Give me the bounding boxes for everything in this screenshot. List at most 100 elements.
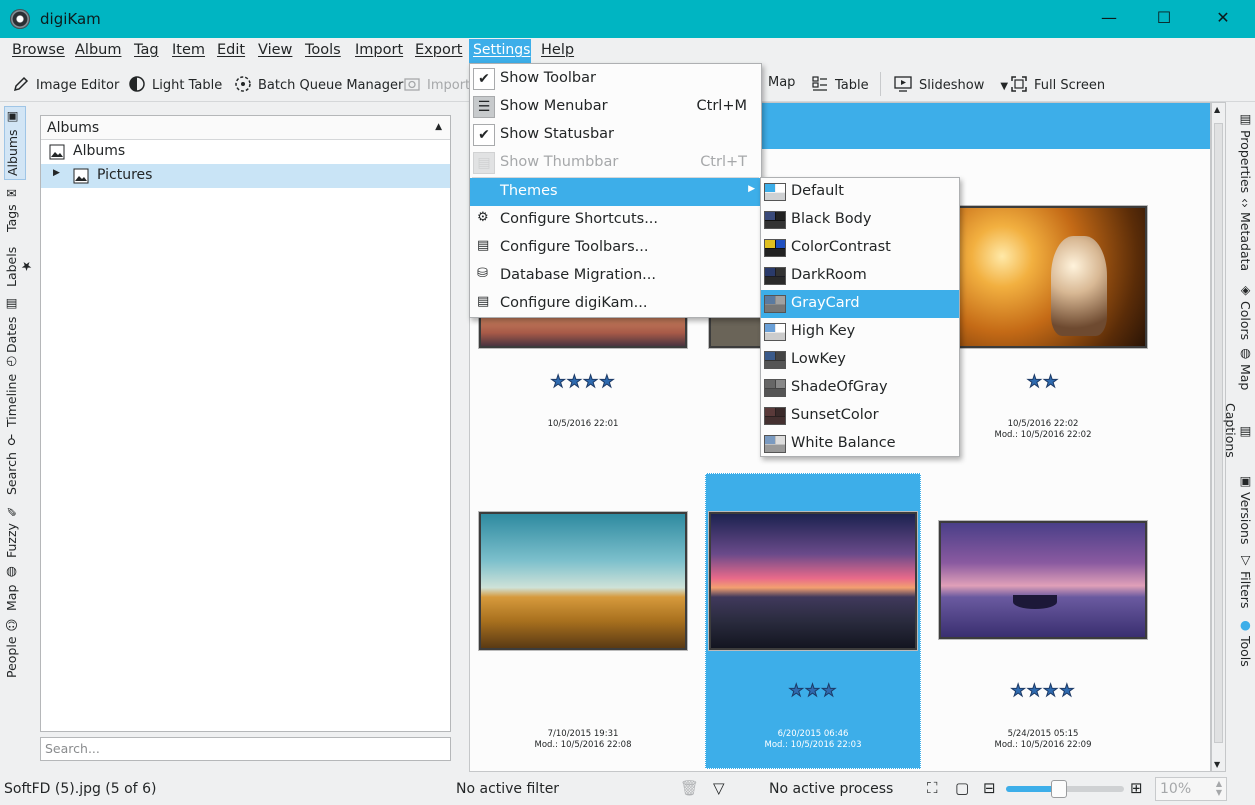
theme-preview-icon	[764, 407, 786, 425]
tree-item-label: Pictures	[97, 167, 153, 183]
theme-preview-icon	[764, 211, 786, 229]
menu-item-themes[interactable]: Themes ▶	[470, 178, 761, 206]
rating-stars[interactable]: ★★★★	[939, 681, 1147, 702]
toolbar-separator	[880, 72, 881, 96]
filter-funnel-icon[interactable]: ▽	[713, 779, 725, 797]
menu-item-database-migration[interactable]: ⛁ Database Migration...	[470, 262, 761, 290]
theme-item-high-key[interactable]: High Key	[761, 318, 959, 346]
zoom-out-icon[interactable]: ⊟	[983, 779, 996, 797]
spin-arrows-icon[interactable]: ▲ ▼	[1216, 779, 1222, 797]
zoom-slider-handle[interactable]	[1051, 780, 1068, 798]
theme-item-default[interactable]: Default	[761, 178, 959, 206]
themes-submenu: Default Black Body ColorContrast DarkRoo…	[760, 177, 960, 457]
tab-labels[interactable]: Labels ★	[4, 238, 34, 296]
menu-album[interactable]: Album	[75, 42, 121, 58]
menu-item-show-toolbar[interactable]: ✔ Show Toolbar	[470, 65, 761, 93]
theme-item-lowkey[interactable]: LowKey	[761, 346, 959, 374]
thumbnail-caption: 5/24/2015 05:15 Mod.: 10/5/2016 22:09	[994, 729, 1092, 750]
tab-versions[interactable]: ▣ Versions	[1231, 472, 1253, 546]
menu-item-configure-digikam[interactable]: ▤ Configure digiKam...	[470, 290, 761, 318]
menu-item-show-thumbbar[interactable]: ▤ Show Thumbbar Ctrl+T	[470, 149, 761, 177]
tab-colors[interactable]: ◈ Colors	[1231, 278, 1253, 344]
menu-export[interactable]: Export	[415, 42, 462, 58]
theme-item-sunsetcolor[interactable]: SunsetColor	[761, 402, 959, 430]
tab-filters[interactable]: ▽ Filters	[1231, 550, 1253, 610]
maximize-button[interactable]: ☐	[1141, 0, 1187, 38]
zoom-in-icon[interactable]: ⊞	[1130, 779, 1143, 797]
status-process: No active process	[769, 781, 894, 797]
theme-item-shadeofgray[interactable]: ShadeOfGray	[761, 374, 959, 402]
scroll-up-icon[interactable]: ▲	[1214, 105, 1220, 114]
batch-queue-manager-button[interactable]: Batch Queue Manager	[234, 75, 403, 93]
tab-tags[interactable]: Tags ✉	[4, 180, 26, 238]
zoom-slider[interactable]	[1006, 780, 1124, 798]
status-file-info: SoftFD (5).jpg (5 of 6)	[4, 781, 157, 797]
image-editor-button[interactable]: Image Editor	[12, 75, 119, 93]
tag-icon: ✉	[4, 185, 19, 201]
trash-icon[interactable]: 🗑	[680, 779, 699, 797]
tab-map[interactable]: Map ◍	[4, 562, 26, 614]
map-view-button[interactable]: Map	[768, 75, 795, 90]
caption-icon: ▤	[1238, 422, 1253, 438]
tab-fuzzy[interactable]: Fuzzy ✎	[4, 500, 26, 562]
rating-stars[interactable]: ★★★	[709, 681, 917, 702]
rating-stars[interactable]: ★★	[939, 372, 1147, 393]
thumbnail-image[interactable]	[939, 521, 1147, 639]
tab-metadata[interactable]: ‹› Metadata	[1231, 198, 1253, 272]
theme-item-white-balance[interactable]: White Balance	[761, 430, 959, 458]
album-search-input[interactable]: Search...	[40, 737, 451, 761]
menu-item-configure-shortcuts[interactable]: ⚙ Configure Shortcuts...	[470, 206, 761, 234]
tab-search[interactable]: Search ⚲	[4, 428, 26, 500]
tab-properties[interactable]: ▤ Properties	[1231, 106, 1253, 198]
theme-item-graycard[interactable]: GrayCard	[761, 290, 959, 318]
close-button[interactable]: ✕	[1200, 0, 1246, 38]
table-view-button[interactable]: Table	[811, 75, 869, 93]
rating-stars[interactable]: ★★★★	[479, 372, 687, 393]
settings-dropdown-menu: ✔ Show Toolbar ☰ Show Menubar Ctrl+M ✔ Show …	[469, 63, 762, 318]
zoom-100-icon[interactable]: ▢	[955, 779, 969, 797]
zoom-level-field[interactable]: 10% ▲ ▼	[1155, 777, 1227, 801]
menu-tag[interactable]: Tag	[134, 42, 159, 58]
menu-item-show-statusbar[interactable]: ✔ Show Statusbar	[470, 121, 761, 149]
expand-arrow-icon[interactable]: ▶	[53, 168, 60, 178]
tab-captions[interactable]: ▤ Captions	[1223, 394, 1253, 466]
tree-item-albums-root[interactable]: Albums	[41, 140, 450, 164]
scroll-down-icon[interactable]: ▼	[1214, 760, 1220, 769]
albums-column-header[interactable]: Albums ▲	[41, 116, 450, 140]
tab-dates[interactable]: Dates ▤	[4, 296, 26, 354]
theme-item-black-body[interactable]: Black Body	[761, 206, 959, 234]
tab-tools[interactable]: ● Tools	[1231, 614, 1253, 670]
filter-icon: ▽	[1238, 551, 1253, 567]
tab-timeline[interactable]: Timeline ◷	[4, 354, 26, 428]
light-table-button[interactable]: Light Table	[128, 75, 222, 93]
import-button[interactable]: Import	[403, 75, 470, 93]
zoom-fit-icon[interactable]: ⛶	[927, 779, 938, 797]
tab-people[interactable]: People ☺	[4, 614, 26, 682]
menu-help[interactable]: Help	[541, 42, 574, 58]
minimize-button[interactable]: —	[1086, 0, 1132, 38]
tree-item-pictures[interactable]: ▶ Pictures	[41, 164, 450, 188]
menu-item-show-menubar[interactable]: ☰ Show Menubar Ctrl+M	[470, 93, 761, 121]
menu-item[interactable]: Item	[172, 42, 205, 58]
status-filter[interactable]: No active filter	[456, 781, 559, 797]
theme-item-colorcontrast[interactable]: ColorContrast	[761, 234, 959, 262]
album-icon	[73, 168, 89, 184]
menu-item-configure-toolbars[interactable]: ▤ Configure Toolbars...	[470, 234, 761, 262]
thumbnail-image[interactable]	[479, 512, 687, 650]
slideshow-dropdown-arrow-icon[interactable]: ▼	[1000, 81, 1008, 92]
tab-right-map[interactable]: ◍ Map	[1231, 344, 1253, 392]
menu-view[interactable]: View	[258, 42, 292, 58]
star-icon: ★	[19, 259, 34, 275]
menu-edit[interactable]: Edit	[217, 42, 245, 58]
tab-albums[interactable]: Albums ▣	[4, 106, 26, 180]
menu-tools[interactable]: Tools	[305, 42, 341, 58]
thumbnail-image[interactable]	[939, 206, 1147, 348]
theme-item-darkroom[interactable]: DarkRoom	[761, 262, 959, 290]
menu-browse[interactable]: Browse	[12, 42, 65, 58]
slideshow-button[interactable]: Slideshow ▼	[893, 75, 1008, 93]
full-screen-button[interactable]: Full Screen	[1010, 75, 1105, 93]
menu-settings[interactable]: Settings	[469, 39, 531, 64]
thumbnail-image[interactable]	[709, 512, 917, 650]
scrollbar-thumb[interactable]	[1214, 123, 1223, 743]
menu-import[interactable]: Import	[355, 42, 403, 58]
